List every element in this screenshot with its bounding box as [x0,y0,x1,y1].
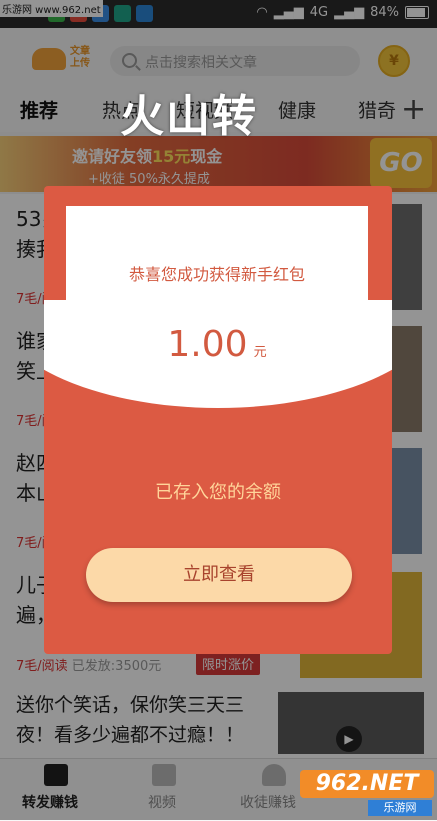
amount-unit: 元 [253,345,267,360]
watermark-logo: 962.NET 乐游网 [300,770,434,816]
overlay-title: 火山转 [120,91,258,142]
watermark-small: 乐游网 [368,800,432,816]
reward-amount: 1.00 元 [66,324,368,365]
amount-value: 1.00 [167,324,248,365]
saved-balance-text: 已存入您的余额 [155,482,281,503]
congrats-text: 恭喜您成功获得新手红包 [128,265,305,284]
watermark-big: 962.NET [300,770,434,798]
view-now-button[interactable]: 立即查看 [86,548,352,602]
